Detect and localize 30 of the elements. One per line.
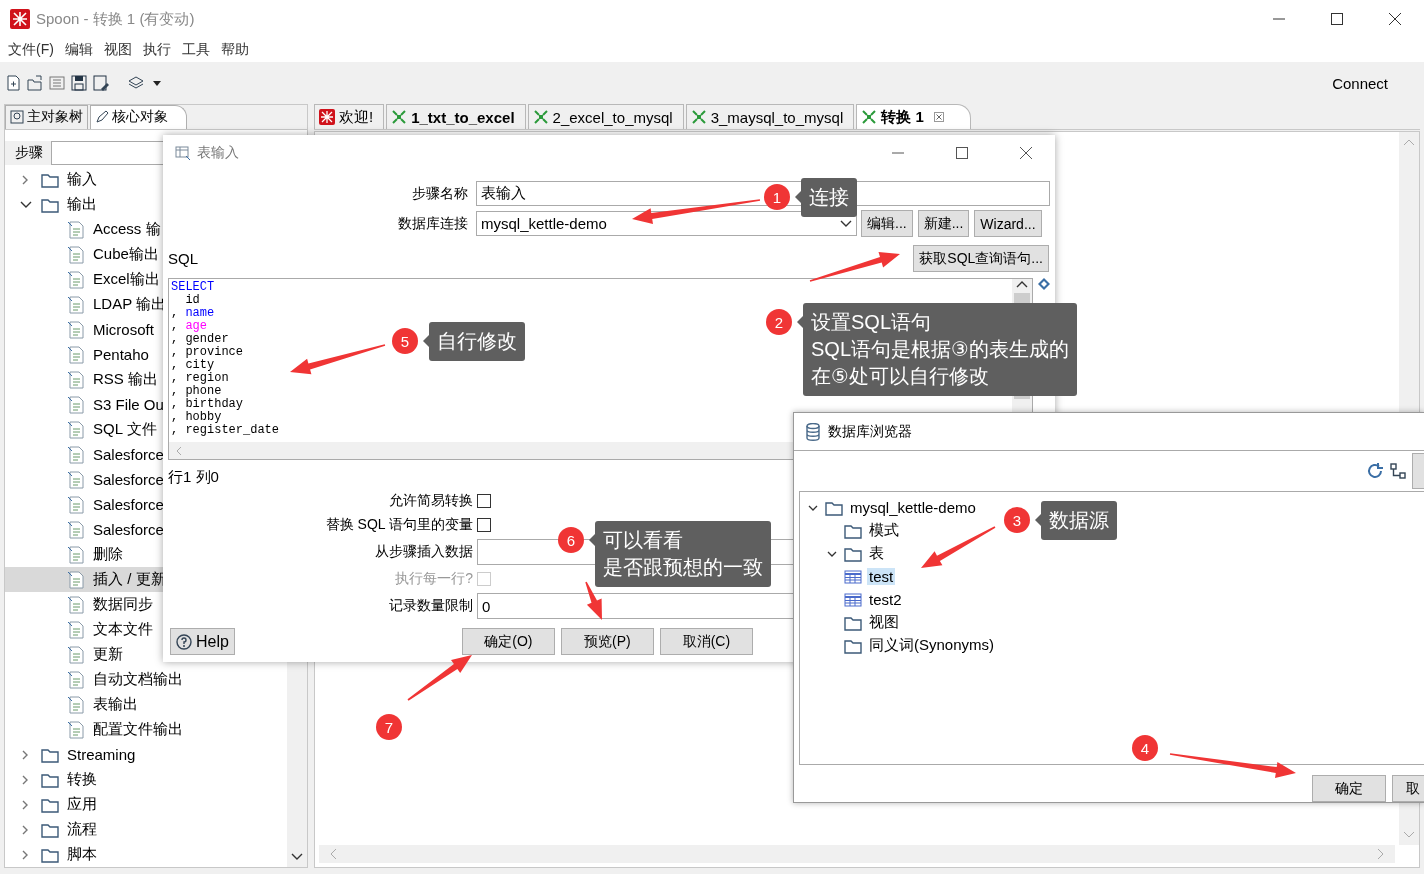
code-line: SELECT	[171, 281, 215, 294]
dialog-title: 数据库浏览器	[828, 422, 912, 441]
annotation-tooltip: 可以看看 是否跟预想的一致	[595, 521, 771, 587]
option-label: 允许简易转换	[388, 492, 474, 510]
cursor-position: 行1 列0	[168, 468, 220, 487]
annotation-tooltip: 连接	[801, 178, 857, 217]
section-label: SQL	[168, 250, 198, 267]
window-title: Spoon - 转换 1 (有变动)	[36, 9, 196, 29]
code-line: , city	[171, 359, 215, 372]
annotation-tooltip: 自行修改	[429, 322, 525, 361]
code-line: id	[184, 294, 200, 307]
code-line: , phone	[171, 385, 222, 398]
code-line: , register_date	[171, 424, 280, 437]
option-label: 记录数量限制	[388, 597, 474, 615]
field-label: 步骤名称	[411, 184, 469, 203]
option-label: 执行每一行?	[394, 570, 474, 588]
annotation-tooltip: 数据源	[1041, 501, 1117, 540]
field-label: 数据库连接	[397, 214, 469, 233]
code-line: , age	[171, 320, 207, 333]
annotation-tooltip: 设置SQL语句 SQL语句是根据③的表生成的 在⑤处可以自行修改	[803, 303, 1077, 396]
code-line: , region	[171, 372, 229, 385]
option-label: 替换 SQL 语句里的变量	[324, 516, 474, 534]
dialog-title: 表输入	[197, 143, 240, 162]
code-line: , gender	[171, 333, 229, 346]
search-label: 步骤	[15, 143, 43, 162]
code-line: , hobby	[171, 411, 222, 424]
code-line: , province	[171, 346, 243, 359]
code-line: , birthday	[171, 398, 243, 411]
code-line: , name	[171, 307, 215, 320]
option-label: 从步骤插入数据	[374, 543, 474, 561]
